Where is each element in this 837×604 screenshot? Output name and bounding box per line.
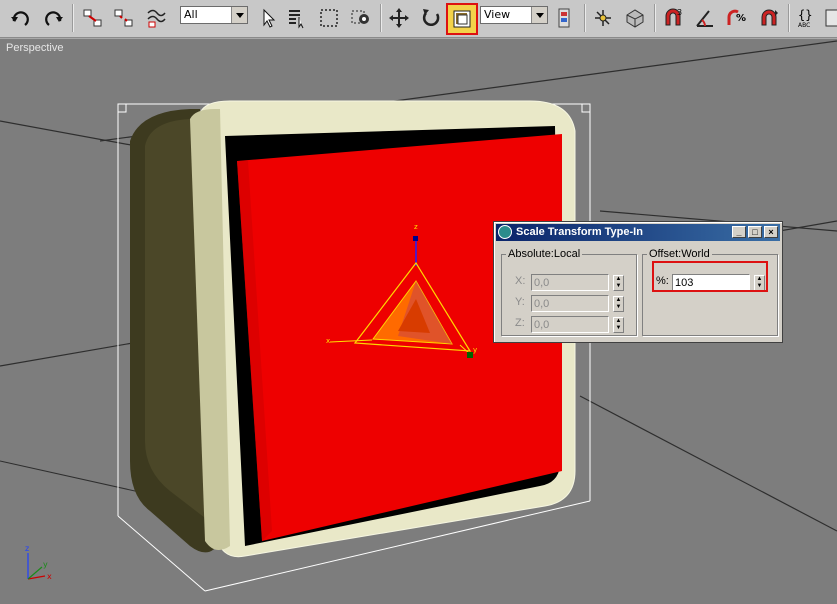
gizmo-x-label: x xyxy=(326,337,330,345)
offset-world-label: Offset:World xyxy=(649,248,710,260)
svg-text:{}: {} xyxy=(798,8,812,22)
select-and-move-icon[interactable] xyxy=(386,5,412,31)
minimize-button[interactable]: _ xyxy=(732,226,746,238)
percent-spinner[interactable]: ▲ ▼ xyxy=(754,275,765,291)
scale-transform-type-in-dialog: Scale Transform Type-In _ □ × Absolute:L… xyxy=(493,221,783,343)
select-and-link-icon[interactable] xyxy=(80,5,106,31)
absolute-local-group: Absolute:Local X: ▲▼ Y: ▲▼ Z: ▲▼ xyxy=(501,248,637,336)
tripod-x-label: x xyxy=(47,572,52,581)
chevron-down-icon xyxy=(531,7,547,23)
unlink-icon[interactable] xyxy=(111,5,137,31)
rectangular-selection-icon[interactable] xyxy=(316,5,342,31)
app-logo-icon xyxy=(498,225,512,239)
toolbar-overflow-icon[interactable] xyxy=(824,5,837,31)
offset-world-group: Offset:World %: ▲▼ xyxy=(642,248,778,336)
z-spinner[interactable]: ▲ ▼ xyxy=(613,317,624,333)
select-object-icon[interactable] xyxy=(255,5,281,31)
z-label: Z: xyxy=(515,317,525,329)
maximize-button[interactable]: □ xyxy=(748,226,762,238)
snaps-toggle-icon[interactable]: 3 xyxy=(660,5,686,31)
edit-named-selections-icon[interactable]: {} ABC xyxy=(794,5,820,31)
select-by-name-icon[interactable] xyxy=(284,5,310,31)
gizmo-y-label: y xyxy=(473,346,477,354)
select-and-rotate-icon[interactable] xyxy=(418,5,444,31)
pivot-center-icon[interactable] xyxy=(552,5,578,31)
percent-snap-icon[interactable]: % xyxy=(724,5,750,31)
named-selection-label: ABC xyxy=(798,22,810,29)
chevron-down-icon xyxy=(231,7,247,23)
spinner-snap-icon[interactable] xyxy=(756,5,782,31)
gizmo-z-label: z xyxy=(414,223,418,231)
y-spinner[interactable]: ▲ ▼ xyxy=(613,296,624,312)
percent-label: %: xyxy=(656,275,669,287)
tripod-y-label: y xyxy=(43,560,48,569)
selection-filter-dropdown[interactable]: All xyxy=(180,6,248,24)
angle-snap-icon[interactable] xyxy=(692,5,718,31)
svg-text:%: % xyxy=(736,13,746,24)
select-and-manipulate-icon[interactable] xyxy=(590,5,616,31)
main-toolbar: All View 3 % {} ABC xyxy=(0,0,837,38)
snap-3-label: 3 xyxy=(677,8,682,17)
dialog-titlebar[interactable]: Scale Transform Type-In _ □ × xyxy=(496,224,780,241)
y-label: Y: xyxy=(515,296,525,308)
x-field[interactable] xyxy=(531,274,609,291)
keyboard-shortcut-override-icon[interactable] xyxy=(622,5,648,31)
bind-to-space-warp-icon[interactable] xyxy=(143,5,169,31)
dialog-title: Scale Transform Type-In xyxy=(516,226,643,238)
selection-filter-value: All xyxy=(184,8,198,21)
redo-icon[interactable] xyxy=(40,5,66,31)
x-spinner[interactable]: ▲ ▼ xyxy=(613,275,624,291)
undo-icon[interactable] xyxy=(8,5,34,31)
window-crossing-icon[interactable] xyxy=(348,5,374,31)
y-field[interactable] xyxy=(531,295,609,312)
percent-field[interactable] xyxy=(672,274,750,291)
reference-coordinate-value: View xyxy=(484,8,511,21)
select-and-scale-icon[interactable] xyxy=(446,3,478,35)
x-label: X: xyxy=(515,275,526,287)
z-field[interactable] xyxy=(531,316,609,333)
reference-coordinate-dropdown[interactable]: View xyxy=(480,6,548,24)
viewport-label[interactable]: Perspective xyxy=(6,42,63,54)
close-button[interactable]: × xyxy=(764,226,778,238)
absolute-local-label: Absolute:Local xyxy=(508,248,581,260)
tripod-z-label: z xyxy=(25,544,29,553)
